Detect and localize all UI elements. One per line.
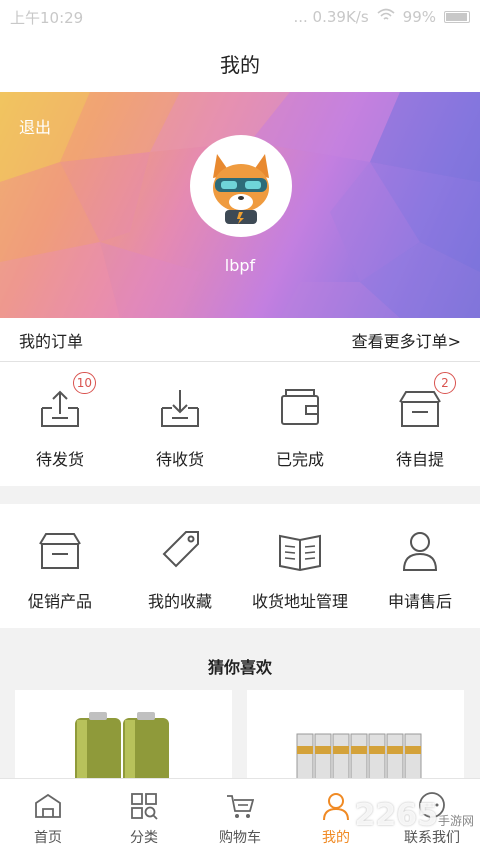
box-icon: 2 — [396, 372, 456, 432]
tab-label: 购物车 — [219, 830, 261, 846]
service-label: 我的收藏 — [147, 592, 212, 611]
order-tile-label: 待收货 — [155, 450, 204, 469]
wallet-icon — [276, 384, 324, 432]
product-list — [0, 690, 480, 790]
battery-icon — [444, 11, 470, 23]
grid-search-icon — [130, 791, 158, 821]
service-favorites[interactable]: 我的收藏 — [120, 504, 240, 628]
tab-label: 首页 — [34, 830, 62, 846]
service-label: 申请售后 — [387, 592, 452, 611]
tab-home[interactable]: 首页 — [0, 779, 96, 853]
home-icon — [34, 791, 62, 821]
book-icon — [276, 526, 324, 574]
status-network: ... 0.39K/s — [293, 8, 369, 26]
order-pending-shipment[interactable]: 10 待发货 — [0, 362, 120, 486]
service-label: 收货地址管理 — [251, 592, 348, 611]
service-address[interactable]: 收货地址管理 — [240, 504, 360, 628]
outbox-icon: 10 — [36, 372, 96, 432]
order-tile-label: 已完成 — [275, 450, 324, 469]
order-tile-label: 待发货 — [35, 450, 84, 469]
username: lbpf — [224, 256, 256, 275]
service-after-sales[interactable]: 申请售后 — [360, 504, 480, 628]
order-tile-label: 待自提 — [395, 450, 444, 469]
product-card[interactable] — [15, 690, 232, 790]
avatar[interactable] — [190, 135, 292, 237]
badge-count: 2 — [434, 372, 456, 394]
wifi-icon — [377, 8, 395, 26]
order-status-row: 10 待发货 待收货 已完成 2 待自提 — [0, 362, 480, 486]
watermark-logo: 2265手游网 — [354, 798, 474, 833]
order-completed[interactable]: 已完成 — [240, 362, 360, 486]
service-promotions[interactable]: 促销产品 — [0, 504, 120, 628]
orders-title: 我的订单 — [19, 331, 84, 351]
recommend-title: 猜你喜欢 — [207, 658, 272, 677]
tab-category[interactable]: 分类 — [96, 779, 192, 853]
inbox-icon — [156, 384, 204, 432]
person-icon — [396, 526, 444, 574]
services-row: 促销产品 我的收藏 收货地址管理 申请售后 — [0, 504, 480, 628]
profile-header: 退出 lbpf — [0, 92, 480, 318]
user-icon — [322, 791, 350, 821]
view-more-orders-link[interactable]: 查看更多订单> — [352, 328, 461, 352]
status-time: 上午10:29 — [10, 8, 84, 27]
badge-count: 10 — [72, 372, 96, 394]
service-label: 促销产品 — [27, 592, 92, 611]
status-bar: 上午10:29 ... 0.39K/s 99% — [0, 0, 480, 34]
box-icon — [36, 526, 84, 574]
logout-button[interactable]: 退出 — [19, 114, 51, 138]
tab-cart[interactable]: 购物车 — [192, 779, 288, 853]
battery-level: 99% — [402, 8, 436, 26]
cart-icon — [226, 791, 255, 821]
order-pending-receipt[interactable]: 待收货 — [120, 362, 240, 486]
battery-product-image — [75, 712, 169, 790]
tag-icon — [156, 526, 204, 574]
battery-pack-product-image — [296, 733, 422, 790]
page-title: 我的 — [0, 34, 480, 92]
product-card[interactable] — [247, 690, 464, 790]
dog-avatar-icon — [213, 154, 269, 224]
tab-label: 我的 — [322, 830, 350, 846]
order-pickup[interactable]: 2 待自提 — [360, 362, 480, 486]
orders-header: 我的订单 查看更多订单> — [0, 318, 480, 362]
tab-label: 分类 — [130, 830, 158, 846]
